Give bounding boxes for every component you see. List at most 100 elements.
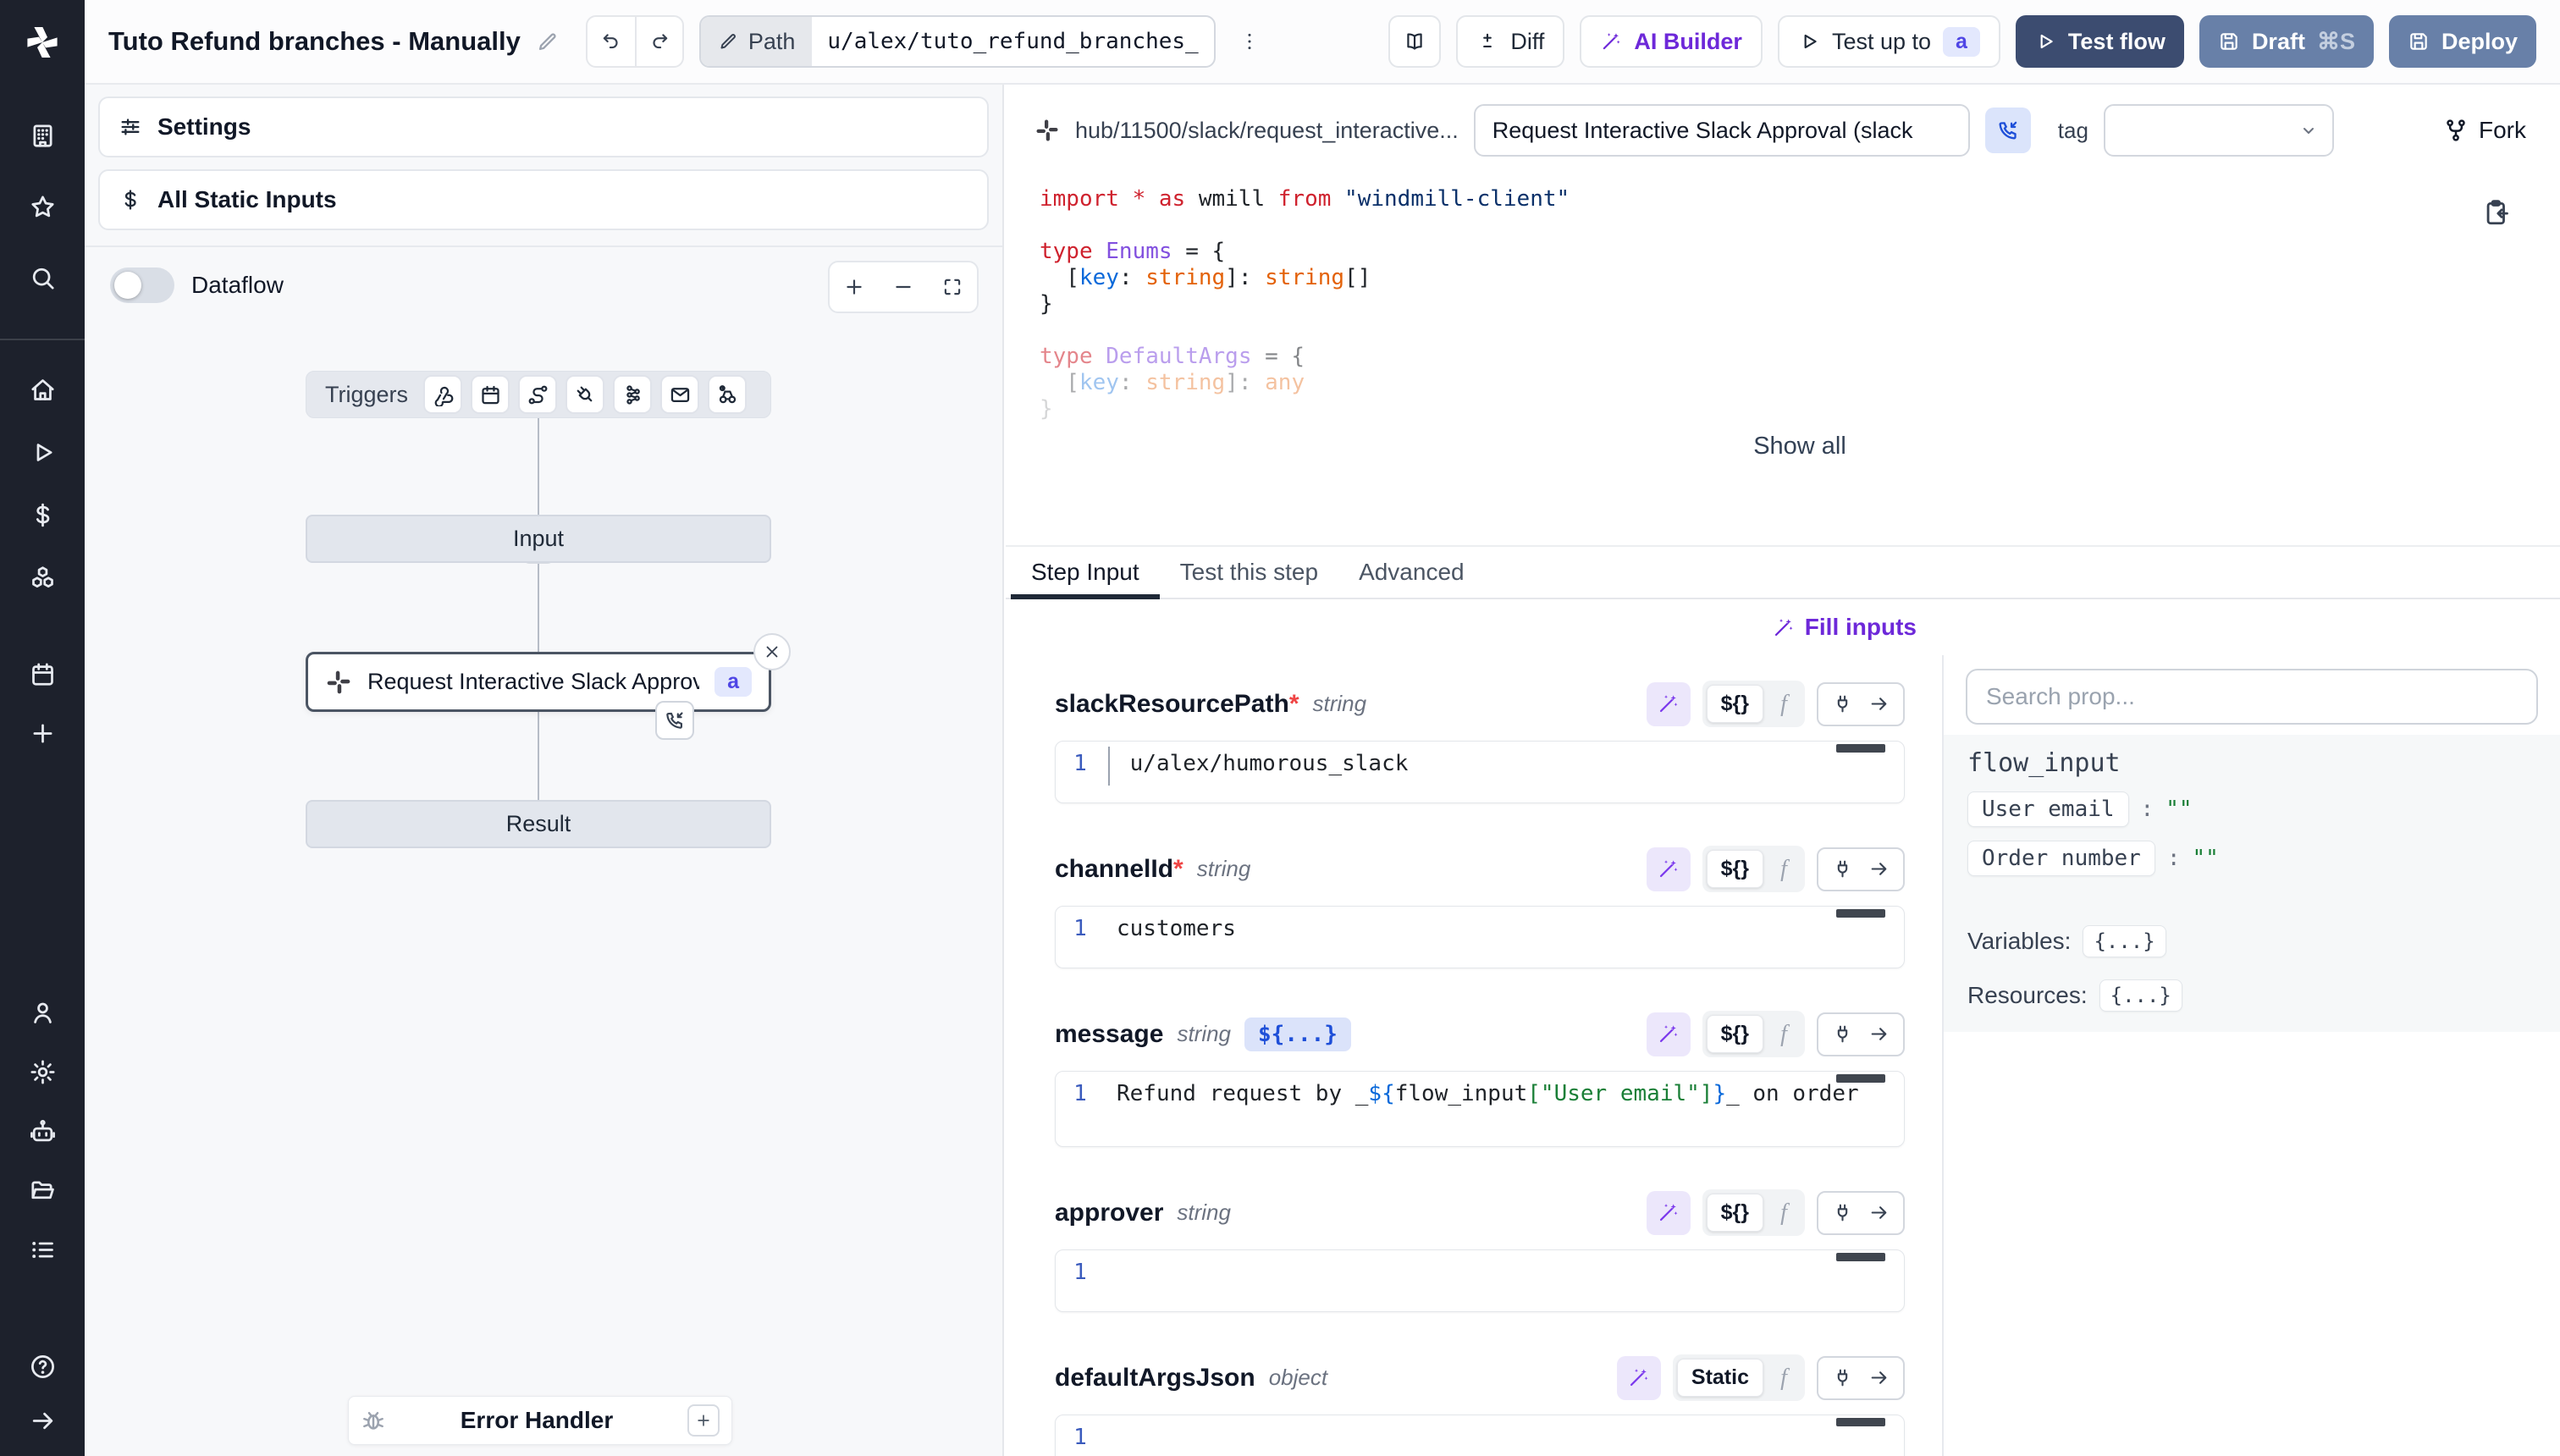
field-editor-channelId[interactable]: 1customers (1055, 906, 1905, 968)
rail-folder-button[interactable] (19, 1166, 66, 1214)
mode-javascript-chip[interactable]: f (1767, 1196, 1801, 1230)
result-node[interactable]: Result (306, 800, 771, 848)
rail-star-button[interactable] (19, 183, 66, 230)
flow-settings-button[interactable]: Settings (98, 97, 989, 157)
mode-template-chip[interactable]: ${} (1707, 850, 1763, 888)
ai-generate-button[interactable] (1647, 1191, 1691, 1235)
ai-builder-button[interactable]: AI Builder (1580, 15, 1763, 68)
docs-button[interactable] (1388, 15, 1441, 68)
rail-building-button[interactable] (19, 112, 66, 159)
mode-javascript-chip[interactable]: f (1767, 1018, 1801, 1051)
test-flow-button[interactable]: Test flow (2016, 15, 2184, 68)
ai-generate-button[interactable] (1647, 682, 1691, 726)
path-edit-button[interactable]: Path (701, 17, 813, 66)
zoom-in-icon[interactable] (843, 276, 865, 298)
edit-title-icon[interactable] (536, 30, 559, 53)
plug-icon[interactable] (1832, 1367, 1853, 1388)
rail-search-button[interactable] (19, 254, 66, 301)
rail-gear-button[interactable] (19, 1048, 66, 1095)
delete-step-button[interactable] (753, 633, 791, 670)
tab-advanced[interactable]: Advanced (1338, 547, 1485, 598)
rail-play-button[interactable] (19, 428, 66, 476)
prop-search-input[interactable] (1966, 669, 2538, 725)
mode-javascript-chip[interactable]: f (1767, 687, 1801, 721)
rail-arrow-right-button[interactable] (19, 1397, 66, 1444)
step-summary-input[interactable]: Request Interactive Slack Approval (slac… (1474, 104, 1970, 157)
rail-calendar-button[interactable] (19, 650, 66, 698)
code-editor[interactable]: import * as wmill from "windmill-client"… (1006, 174, 2560, 545)
tag-select[interactable] (2104, 104, 2334, 157)
path-input[interactable]: u/alex/tuto_refund_branches_ (812, 17, 1213, 66)
add-error-handler-button[interactable] (687, 1404, 720, 1437)
zoom-out-icon[interactable] (892, 276, 914, 298)
plug-icon[interactable] (1832, 693, 1853, 714)
ai-generate-button[interactable] (1647, 847, 1691, 891)
resources-expand-chip[interactable]: {...} (2099, 979, 2182, 1012)
trigger-kafka-button[interactable] (613, 375, 652, 414)
copy-code-button[interactable] (2482, 198, 2511, 227)
mode-template-chip[interactable]: ${} (1707, 1015, 1763, 1053)
input-node[interactable]: Input (306, 515, 771, 563)
trigger-webhook-button[interactable] (423, 375, 462, 414)
dataflow-toggle[interactable] (110, 267, 174, 303)
arrow-right-icon[interactable] (1868, 1367, 1890, 1388)
ai-generate-button[interactable] (1647, 1012, 1691, 1056)
rail-plus-button[interactable] (19, 709, 66, 757)
arrow-right-icon[interactable] (1868, 1202, 1890, 1223)
tab-test-this-step[interactable]: Test this step (1160, 547, 1338, 598)
test-up-to-button[interactable]: Test up to a (1778, 15, 2000, 68)
show-all-code-button[interactable]: Show all (1753, 433, 1846, 461)
triggers-node[interactable]: Triggers (306, 371, 771, 418)
tab-step-input[interactable]: Step Input (1011, 547, 1160, 598)
variables-expand-chip[interactable]: {...} (2083, 925, 2166, 957)
editor-scrollbar[interactable] (1836, 1418, 1885, 1426)
arrow-right-icon[interactable] (1868, 858, 1890, 880)
editor-scrollbar[interactable] (1836, 909, 1885, 918)
editor-scrollbar[interactable] (1836, 1074, 1885, 1083)
suspend-settings-button[interactable] (1985, 108, 2031, 153)
trigger-schedule-button[interactable] (471, 375, 510, 414)
error-handler-node[interactable]: Error Handler (348, 1396, 732, 1445)
mode-static-chip[interactable]: Static (1677, 1359, 1763, 1397)
all-static-inputs-button[interactable]: All Static Inputs (98, 169, 989, 230)
mode-javascript-chip[interactable]: f (1767, 852, 1801, 886)
prop-key-chip[interactable]: User email (1967, 791, 2129, 827)
arrow-right-icon[interactable] (1868, 1023, 1890, 1045)
prop-row-user-email[interactable]: User email:"" (1967, 791, 2536, 827)
rail-help-button[interactable] (19, 1343, 66, 1390)
fit-view-icon[interactable] (941, 276, 963, 298)
trigger-route-button[interactable] (518, 375, 557, 414)
trigger-mail-button[interactable] (660, 375, 699, 414)
rail-list-button[interactable] (19, 1226, 66, 1273)
fork-button[interactable]: Fork (2443, 117, 2526, 144)
windmill-logo[interactable] (0, 0, 85, 85)
rail-home-button[interactable] (19, 366, 66, 413)
mode-javascript-chip[interactable]: f (1767, 1361, 1801, 1395)
undo-button[interactable] (588, 17, 635, 66)
plug-icon[interactable] (1832, 1202, 1853, 1223)
redo-button[interactable] (635, 17, 682, 66)
editor-scrollbar[interactable] (1836, 744, 1885, 753)
diff-button[interactable]: Diff (1456, 15, 1564, 68)
prop-row-order-number[interactable]: Order number:"" (1967, 841, 2536, 876)
field-editor-approver[interactable]: 1 (1055, 1249, 1905, 1312)
editor-scrollbar[interactable] (1836, 1253, 1885, 1261)
ai-generate-button[interactable] (1617, 1356, 1661, 1400)
field-editor-defaultArgsJson[interactable]: 1 (1055, 1415, 1905, 1456)
rail-cubes-button[interactable] (19, 554, 66, 601)
rail-user-button[interactable] (19, 989, 66, 1036)
arrow-right-icon[interactable] (1868, 693, 1890, 714)
trigger-poll-button[interactable] (708, 375, 747, 414)
prop-key-chip[interactable]: Order number (1967, 841, 2155, 876)
mode-template-chip[interactable]: ${} (1707, 685, 1763, 723)
more-menu-button[interactable] (1231, 17, 1268, 66)
rail-bot-button[interactable] (19, 1107, 66, 1155)
deploy-button[interactable]: Deploy (2389, 15, 2536, 68)
plug-icon[interactable] (1832, 858, 1853, 880)
mode-template-chip[interactable]: ${} (1707, 1194, 1763, 1232)
rail-dollar-button[interactable] (19, 491, 66, 538)
plug-icon[interactable] (1832, 1023, 1853, 1045)
step-node-slack-approval[interactable]: Request Interactive Slack Approval (... … (306, 652, 771, 712)
field-editor-message[interactable]: 1Refund request by _${flow_input["User e… (1055, 1071, 1905, 1147)
draft-button[interactable]: Draft ⌘S (2199, 15, 2374, 68)
